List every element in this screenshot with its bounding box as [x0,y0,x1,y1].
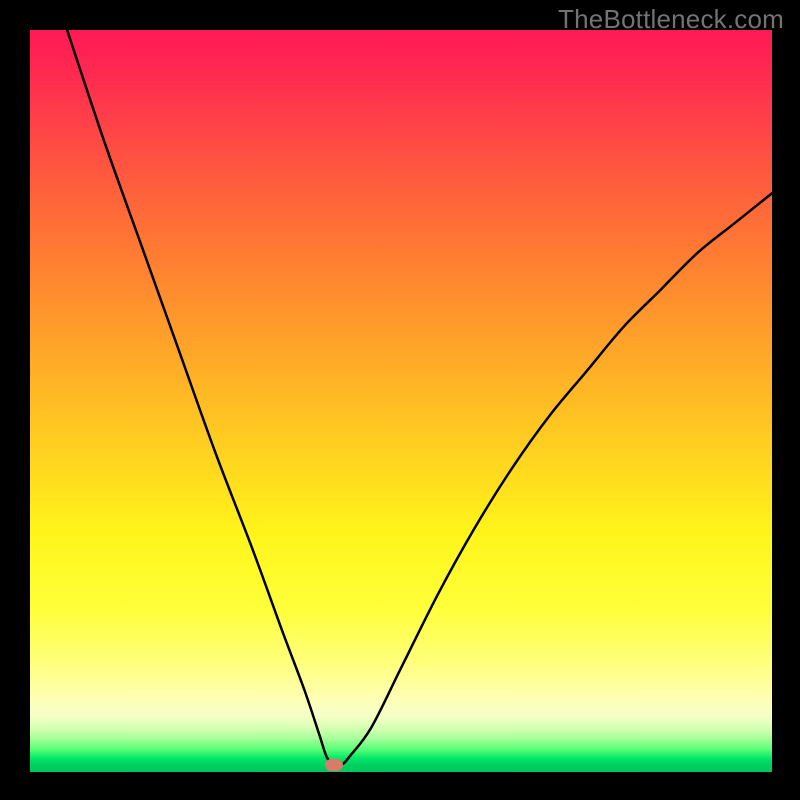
chart-frame: TheBottleneck.com [0,0,800,800]
plot-area [30,30,772,772]
minimum-marker [325,759,343,771]
bottleneck-curve [67,30,772,766]
curve-svg [30,30,772,772]
watermark-text: TheBottleneck.com [558,4,784,35]
